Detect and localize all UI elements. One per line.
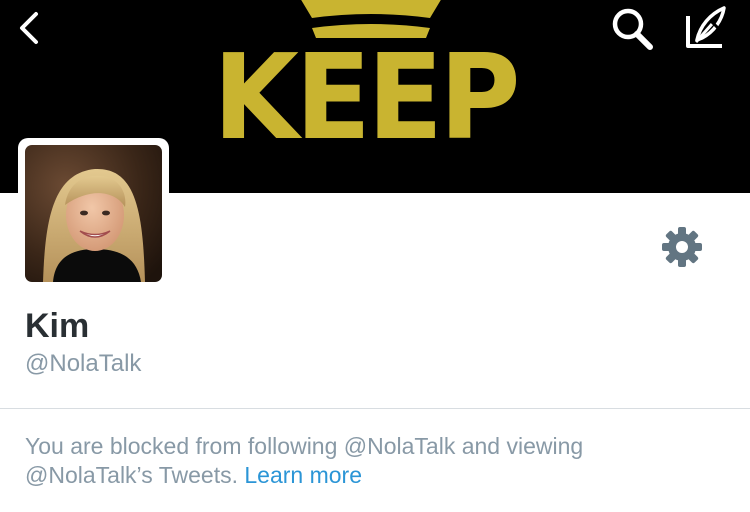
avatar — [25, 145, 162, 282]
learn-more-link[interactable]: Learn more — [244, 462, 362, 488]
profile-name: Kim — [25, 307, 90, 345]
divider — [0, 408, 750, 409]
banner-keep-text: KEEP — [213, 28, 521, 166]
back-button[interactable] — [14, 8, 48, 48]
blocked-notice: You are blocked from following @NolaTalk… — [25, 432, 725, 490]
search-icon — [612, 8, 653, 50]
back-chevron-icon — [20, 12, 38, 44]
avatar-frame[interactable] — [18, 138, 169, 289]
blocked-notice-line2: @NolaTalk’s Tweets. — [25, 462, 238, 488]
profile-handle: @NolaTalk — [25, 350, 142, 377]
blocked-notice-line1: You are blocked from following @NolaTalk… — [25, 433, 584, 459]
settings-button[interactable] — [661, 226, 703, 268]
gear-icon — [662, 227, 702, 267]
compose-tweet-button[interactable] — [682, 2, 732, 52]
compose-tweet-icon — [686, 6, 726, 48]
profile-photo — [25, 145, 162, 282]
search-button[interactable] — [606, 4, 658, 52]
